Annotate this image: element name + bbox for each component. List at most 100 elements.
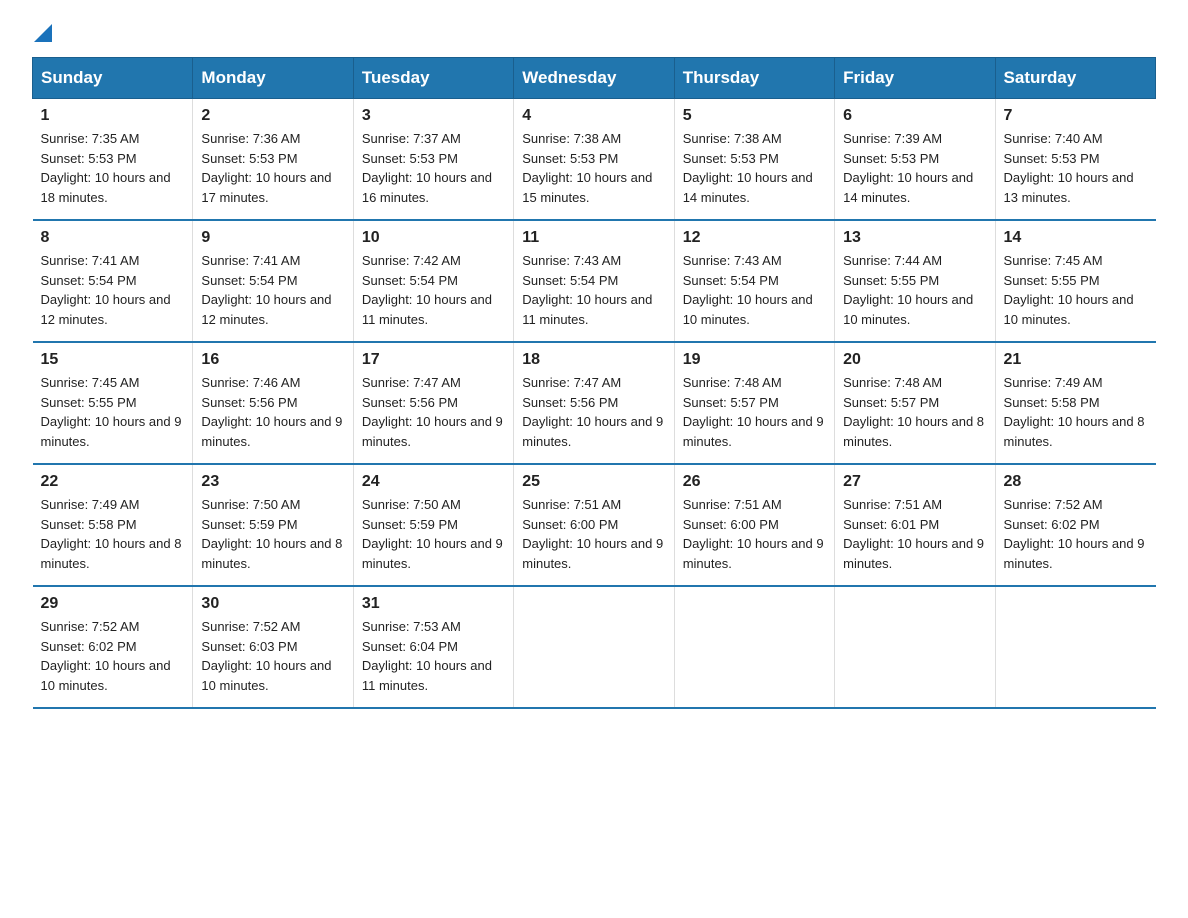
calendar-cell: 1Sunrise: 7:35 AMSunset: 5:53 PMDaylight… [33, 99, 193, 221]
calendar-cell: 14Sunrise: 7:45 AMSunset: 5:55 PMDayligh… [995, 220, 1155, 342]
day-number: 5 [683, 107, 826, 125]
day-number: 17 [362, 351, 505, 369]
calendar-cell: 24 Sunrise: 7:50 AMSunset: 5:59 PMDayligh… [353, 464, 513, 586]
calendar-cell: 12Sunrise: 7:43 AMSunset: 5:54 PMDayligh… [674, 220, 834, 342]
day-info: Sunrise: 7:44 AMSunset: 5:55 PMDaylight:… [843, 251, 986, 329]
day-number: 20 [843, 351, 986, 369]
week-row-4: 22 Sunrise: 7:49 AMSunset: 5:58 PMDayligh… [33, 464, 1156, 586]
col-header-tuesday: Tuesday [353, 58, 513, 99]
col-header-monday: Monday [193, 58, 353, 99]
day-info: Sunrise: 7:48 AMSunset: 5:57 PMDaylight:… [843, 373, 986, 451]
day-info: Sunrise: 7:38 AMSunset: 5:53 PMDaylight:… [683, 129, 826, 207]
day-number: 8 [41, 229, 185, 247]
week-row-5: 29 Sunrise: 7:52 AMSunset: 6:02 PMDayligh… [33, 586, 1156, 708]
day-info: Sunrise: 7:52 AMSunset: 6:02 PMDaylight:… [1004, 495, 1148, 573]
day-info: Sunrise: 7:49 AMSunset: 5:58 PMDaylight:… [41, 495, 185, 573]
day-info: Sunrise: 7:35 AMSunset: 5:53 PMDaylight:… [41, 129, 185, 207]
calendar-cell: 27 Sunrise: 7:51 AMSunset: 6:01 PMDayligh… [835, 464, 995, 586]
day-info: Sunrise: 7:36 AMSunset: 5:53 PMDaylight:… [201, 129, 344, 207]
calendar-header: SundayMondayTuesdayWednesdayThursdayFrid… [33, 58, 1156, 99]
calendar-cell: 7Sunrise: 7:40 AMSunset: 5:53 PMDaylight… [995, 99, 1155, 221]
calendar-cell [674, 586, 834, 708]
day-number: 13 [843, 229, 986, 247]
day-number: 11 [522, 229, 665, 247]
calendar-cell: 15 Sunrise: 7:45 AMSunset: 5:55 PMDayligh… [33, 342, 193, 464]
day-number: 4 [522, 107, 665, 125]
day-number: 27 [843, 473, 986, 491]
day-info: Sunrise: 7:45 AMSunset: 5:55 PMDaylight:… [41, 373, 185, 451]
col-header-friday: Friday [835, 58, 995, 99]
day-info: Sunrise: 7:49 AMSunset: 5:58 PMDaylight:… [1004, 373, 1148, 451]
logo [32, 24, 52, 47]
day-info: Sunrise: 7:37 AMSunset: 5:53 PMDaylight:… [362, 129, 505, 207]
day-number: 19 [683, 351, 826, 369]
col-header-thursday: Thursday [674, 58, 834, 99]
day-info: Sunrise: 7:39 AMSunset: 5:53 PMDaylight:… [843, 129, 986, 207]
calendar-cell [995, 586, 1155, 708]
day-info: Sunrise: 7:50 AMSunset: 5:59 PMDaylight:… [362, 495, 505, 573]
calendar-cell: 6 Sunrise: 7:39 AMSunset: 5:53 PMDaylight… [835, 99, 995, 221]
calendar-cell: 30 Sunrise: 7:52 AMSunset: 6:03 PMDayligh… [193, 586, 353, 708]
day-info: Sunrise: 7:51 AMSunset: 6:01 PMDaylight:… [843, 495, 986, 573]
calendar-cell: 31 Sunrise: 7:53 AMSunset: 6:04 PMDayligh… [353, 586, 513, 708]
day-info: Sunrise: 7:41 AMSunset: 5:54 PMDaylight:… [41, 251, 185, 329]
calendar-cell: 11Sunrise: 7:43 AMSunset: 5:54 PMDayligh… [514, 220, 674, 342]
day-number: 3 [362, 107, 505, 125]
day-number: 30 [201, 595, 344, 613]
day-number: 23 [201, 473, 344, 491]
day-number: 28 [1004, 473, 1148, 491]
day-info: Sunrise: 7:48 AMSunset: 5:57 PMDaylight:… [683, 373, 826, 451]
day-number: 29 [41, 595, 185, 613]
calendar-cell: 29 Sunrise: 7:52 AMSunset: 6:02 PMDayligh… [33, 586, 193, 708]
day-number: 22 [41, 473, 185, 491]
calendar-cell: 28 Sunrise: 7:52 AMSunset: 6:02 PMDayligh… [995, 464, 1155, 586]
day-info: Sunrise: 7:52 AMSunset: 6:03 PMDaylight:… [201, 617, 344, 695]
day-info: Sunrise: 7:45 AMSunset: 5:55 PMDaylight:… [1004, 251, 1148, 329]
calendar-cell: 23 Sunrise: 7:50 AMSunset: 5:59 PMDayligh… [193, 464, 353, 586]
col-header-saturday: Saturday [995, 58, 1155, 99]
calendar-cell: 26 Sunrise: 7:51 AMSunset: 6:00 PMDayligh… [674, 464, 834, 586]
day-info: Sunrise: 7:51 AMSunset: 6:00 PMDaylight:… [683, 495, 826, 573]
day-number: 24 [362, 473, 505, 491]
calendar-cell: 10Sunrise: 7:42 AMSunset: 5:54 PMDayligh… [353, 220, 513, 342]
calendar-cell: 9Sunrise: 7:41 AMSunset: 5:54 PMDaylight… [193, 220, 353, 342]
day-info: Sunrise: 7:52 AMSunset: 6:02 PMDaylight:… [41, 617, 185, 695]
week-row-1: 1Sunrise: 7:35 AMSunset: 5:53 PMDaylight… [33, 99, 1156, 221]
day-number: 21 [1004, 351, 1148, 369]
calendar-cell: 22 Sunrise: 7:49 AMSunset: 5:58 PMDayligh… [33, 464, 193, 586]
calendar-container: SundayMondayTuesdayWednesdayThursdayFrid… [0, 57, 1188, 741]
calendar-cell: 8 Sunrise: 7:41 AMSunset: 5:54 PMDaylight… [33, 220, 193, 342]
calendar-cell: 5 Sunrise: 7:38 AMSunset: 5:53 PMDaylight… [674, 99, 834, 221]
day-number: 16 [201, 351, 344, 369]
day-number: 31 [362, 595, 505, 613]
day-number: 6 [843, 107, 986, 125]
col-header-sunday: Sunday [33, 58, 193, 99]
day-number: 2 [201, 107, 344, 125]
day-number: 15 [41, 351, 185, 369]
day-info: Sunrise: 7:53 AMSunset: 6:04 PMDaylight:… [362, 617, 505, 695]
day-number: 10 [362, 229, 505, 247]
calendar-cell: 19 Sunrise: 7:48 AMSunset: 5:57 PMDayligh… [674, 342, 834, 464]
week-row-2: 8 Sunrise: 7:41 AMSunset: 5:54 PMDaylight… [33, 220, 1156, 342]
day-info: Sunrise: 7:40 AMSunset: 5:53 PMDaylight:… [1004, 129, 1148, 207]
logo-triangle-icon [34, 24, 52, 42]
day-number: 12 [683, 229, 826, 247]
calendar-cell: 17Sunrise: 7:47 AMSunset: 5:56 PMDayligh… [353, 342, 513, 464]
day-number: 18 [522, 351, 665, 369]
calendar-cell: 25Sunrise: 7:51 AMSunset: 6:00 PMDayligh… [514, 464, 674, 586]
calendar-cell: 16Sunrise: 7:46 AMSunset: 5:56 PMDayligh… [193, 342, 353, 464]
page-header [0, 0, 1188, 57]
calendar-cell: 13 Sunrise: 7:44 AMSunset: 5:55 PMDayligh… [835, 220, 995, 342]
day-number: 25 [522, 473, 665, 491]
day-info: Sunrise: 7:50 AMSunset: 5:59 PMDaylight:… [201, 495, 344, 573]
day-info: Sunrise: 7:38 AMSunset: 5:53 PMDaylight:… [522, 129, 665, 207]
calendar-cell: 20 Sunrise: 7:48 AMSunset: 5:57 PMDayligh… [835, 342, 995, 464]
day-info: Sunrise: 7:41 AMSunset: 5:54 PMDaylight:… [201, 251, 344, 329]
day-number: 26 [683, 473, 826, 491]
calendar-cell: 21 Sunrise: 7:49 AMSunset: 5:58 PMDayligh… [995, 342, 1155, 464]
calendar-cell [835, 586, 995, 708]
week-row-3: 15 Sunrise: 7:45 AMSunset: 5:55 PMDayligh… [33, 342, 1156, 464]
col-header-wednesday: Wednesday [514, 58, 674, 99]
day-info: Sunrise: 7:47 AMSunset: 5:56 PMDaylight:… [522, 373, 665, 451]
calendar-cell: 4 Sunrise: 7:38 AMSunset: 5:53 PMDaylight… [514, 99, 674, 221]
